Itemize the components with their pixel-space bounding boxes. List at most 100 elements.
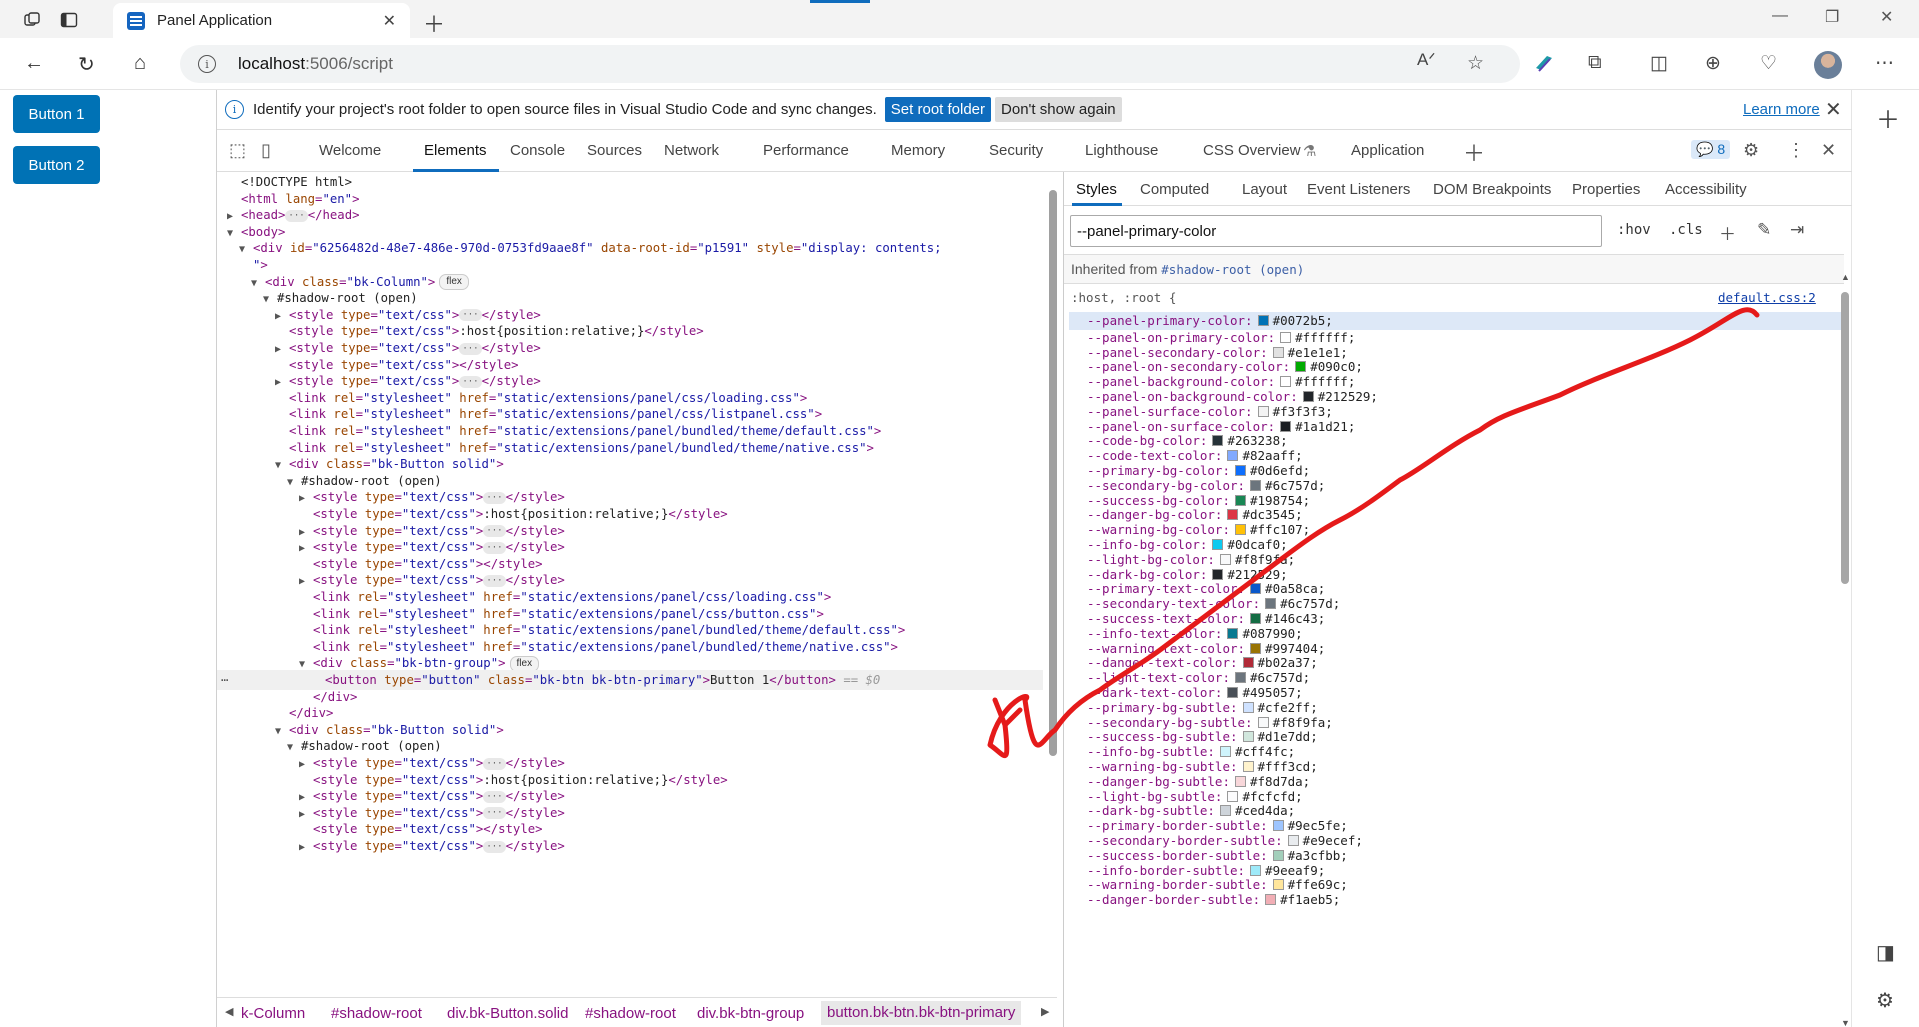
computed-sidebar-toggle-icon[interactable]: ⇥ (1790, 220, 1804, 240)
css-property-value[interactable]: #e1e1e1; (1288, 345, 1348, 360)
color-swatch[interactable] (1242, 657, 1254, 669)
more-options-icon[interactable]: ⋯ (1875, 52, 1894, 75)
window-close-icon[interactable]: ✕ (1880, 7, 1893, 27)
css-property-name[interactable]: --warning-bg-subtle: (1087, 759, 1238, 774)
color-swatch[interactable] (1235, 465, 1246, 476)
breadcrumb-item[interactable]: div.bk-Button.solid (447, 1005, 568, 1022)
css-property-name[interactable]: --dark-bg-subtle: (1087, 803, 1215, 818)
tab-css-overview[interactable]: CSS Overview (1203, 142, 1301, 159)
css-property-name[interactable]: --panel-on-surface-color: (1087, 419, 1275, 434)
button-1[interactable]: Button 1 (13, 95, 100, 133)
css-property-value[interactable]: #198754; (1250, 493, 1310, 508)
active-browser-tab[interactable]: Panel Application ✕ (113, 3, 410, 38)
add-sidebar-icon[interactable]: ＋ (1876, 100, 1900, 135)
dom-node[interactable]: ▼ <div id="6256482d-48e7-486e-970d-0753fd… (239, 238, 942, 258)
color-swatch[interactable] (1212, 539, 1224, 550)
css-property-name[interactable]: --panel-surface-color: (1087, 404, 1253, 419)
issues-badge[interactable]: 💬 8 (1691, 140, 1731, 159)
color-swatch[interactable] (1242, 761, 1254, 772)
css-property-name[interactable]: --warning-text-color: (1087, 641, 1245, 656)
color-format-icon[interactable]: ✎ (1757, 220, 1771, 240)
css-property-name[interactable]: --info-text-color: (1087, 626, 1222, 641)
hov-toggle[interactable]: :hov (1617, 222, 1651, 238)
css-property-value[interactable]: #090c0; (1310, 359, 1363, 374)
color-swatch[interactable] (1219, 805, 1231, 817)
profile-avatar[interactable] (1814, 51, 1842, 79)
extensions-puzzle-icon[interactable]: ⧉ (1588, 52, 1602, 74)
color-swatch[interactable] (1219, 746, 1231, 758)
css-property-value[interactable]: #263238; (1227, 433, 1287, 448)
css-property-name[interactable]: --danger-bg-color: (1087, 507, 1222, 522)
cls-toggle[interactable]: .cls (1669, 222, 1703, 238)
css-property-name[interactable]: --primary-bg-subtle: (1087, 700, 1238, 715)
css-property-name[interactable]: --success-bg-color: (1087, 493, 1230, 508)
more-tabs-icon[interactable]: ＋ (1463, 136, 1485, 168)
css-property-value[interactable]: #ffe69c; (1288, 877, 1348, 892)
elements-dom-tree[interactable]: <!DOCTYPE html> <html lang="en"> ▶ <head> ··… (217, 172, 1043, 987)
subtab-dom-breakpoints[interactable]: DOM Breakpoints (1433, 181, 1551, 198)
color-swatch[interactable] (1250, 613, 1262, 624)
color-swatch[interactable] (1242, 731, 1254, 743)
color-swatch[interactable] (1272, 820, 1284, 832)
close-tab-icon[interactable]: ✕ (383, 11, 396, 31)
color-swatch[interactable] (1257, 405, 1269, 417)
favorite-star-icon[interactable]: ☆ (1467, 52, 1484, 75)
color-swatch[interactable] (1212, 435, 1224, 447)
styles-scrollbar[interactable]: ▲ ▼ (1840, 272, 1850, 1027)
css-property-name[interactable]: --danger-border-subtle: (1087, 892, 1260, 907)
color-swatch[interactable] (1227, 790, 1239, 802)
workspaces-icon[interactable] (21, 9, 43, 31)
css-property-value[interactable]: #495057; (1242, 685, 1302, 700)
css-property-name[interactable]: --danger-text-color: (1087, 655, 1238, 670)
css-property-value[interactable]: #6c757d; (1280, 596, 1340, 611)
css-property-name[interactable]: --secondary-border-subtle: (1087, 833, 1283, 848)
inspect-element-icon[interactable]: ⬚ (229, 140, 246, 161)
color-swatch[interactable] (1272, 346, 1284, 358)
css-property-name[interactable]: --light-bg-color: (1087, 552, 1215, 567)
css-property-value[interactable]: #ffffff; (1295, 374, 1355, 389)
extension-icon[interactable] (1533, 52, 1555, 80)
tab-welcome[interactable]: Welcome (319, 142, 381, 159)
split-screen-icon[interactable]: ◫ (1650, 52, 1668, 75)
subtab-properties[interactable]: Properties (1572, 181, 1640, 198)
color-swatch[interactable] (1257, 315, 1269, 326)
color-swatch[interactable] (1265, 598, 1277, 610)
color-swatch[interactable] (1272, 849, 1284, 861)
css-property-name[interactable]: --panel-on-secondary-color: (1087, 359, 1290, 374)
css-property-name[interactable]: --primary-text-color: (1087, 581, 1245, 596)
color-swatch[interactable] (1302, 391, 1314, 402)
color-swatch[interactable] (1227, 509, 1239, 521)
css-property-value[interactable]: #9ec5fe; (1288, 818, 1348, 833)
tab-performance[interactable]: Performance (763, 142, 849, 159)
elements-scroll-thumb[interactable] (1049, 190, 1057, 756)
devtools-settings-icon[interactable]: ⚙ (1743, 140, 1759, 161)
css-property-value[interactable]: #b02a37; (1258, 655, 1318, 670)
color-swatch[interactable] (1227, 450, 1239, 462)
css-property-value[interactable]: #e9ecef; (1303, 833, 1363, 848)
css-property-value[interactable]: #212529; (1227, 567, 1287, 582)
subtab-accessibility[interactable]: Accessibility (1665, 181, 1747, 198)
css-property-value[interactable]: #0d6efd; (1250, 463, 1310, 478)
color-swatch[interactable] (1280, 420, 1292, 432)
tab-actions-icon[interactable] (58, 9, 80, 31)
css-property-value[interactable]: #f8f9fa; (1273, 715, 1333, 730)
node-menu-icon[interactable]: ⋯ (221, 670, 228, 690)
color-swatch[interactable] (1227, 627, 1239, 639)
back-icon[interactable]: ← (24, 52, 44, 75)
color-swatch[interactable] (1250, 583, 1262, 595)
color-swatch[interactable] (1295, 361, 1307, 373)
tab-lighthouse[interactable]: Lighthouse (1085, 142, 1158, 159)
css-property-value[interactable]: #997404; (1265, 641, 1325, 656)
refresh-icon[interactable]: ↻ (78, 52, 95, 77)
tab-sources[interactable]: Sources (587, 142, 642, 159)
css-property-name[interactable]: --success-bg-subtle: (1087, 729, 1238, 744)
breadcrumb-item[interactable]: #shadow-root (585, 1005, 676, 1022)
css-property-value[interactable]: #f8f9fa; (1235, 552, 1295, 567)
css-property-name[interactable]: --success-border-subtle: (1087, 848, 1268, 863)
css-property-value[interactable]: #cff4fc; (1235, 744, 1295, 759)
styles-scroll-thumb[interactable] (1841, 292, 1849, 584)
color-swatch[interactable] (1272, 879, 1284, 891)
color-swatch[interactable] (1287, 835, 1299, 846)
tab-console[interactable]: Console (510, 142, 565, 159)
css-property-name[interactable]: --warning-border-subtle: (1087, 877, 1268, 892)
